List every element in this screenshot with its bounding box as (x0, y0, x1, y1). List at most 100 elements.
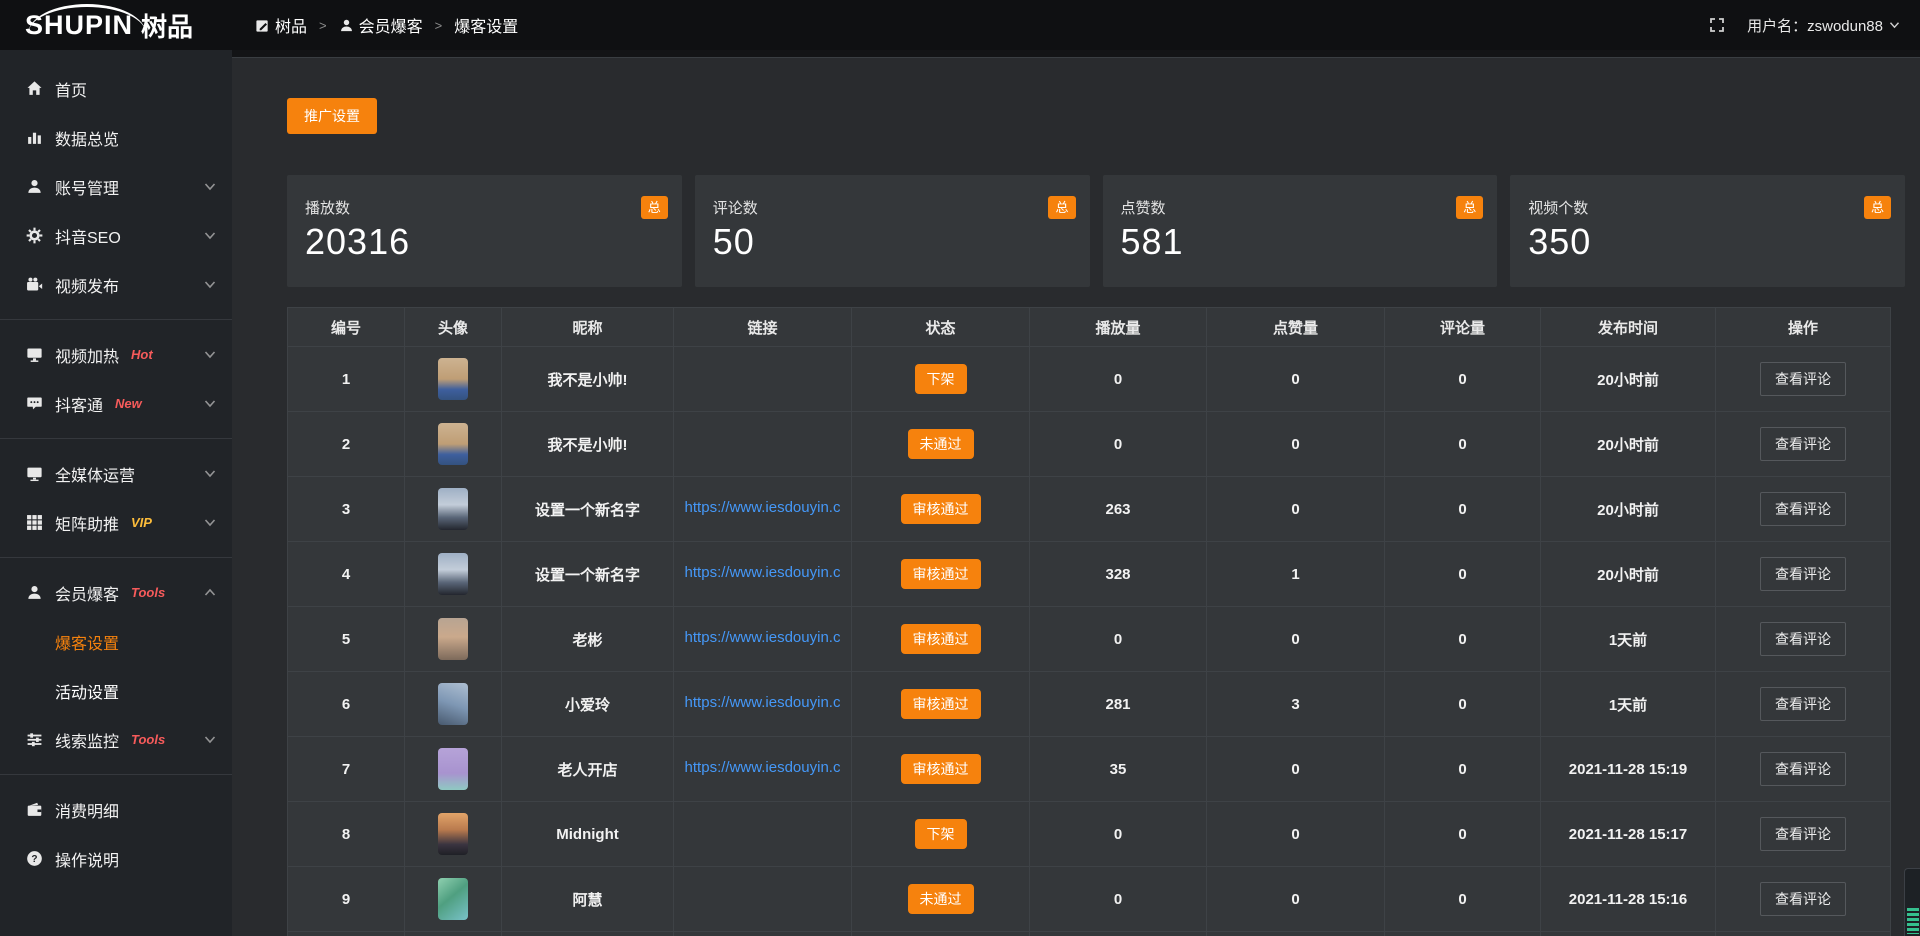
cell-action: 查看评论 (1716, 867, 1891, 932)
sidebar-item-抖音SEO[interactable]: 抖音SEO (0, 211, 232, 260)
sidebar-item-视频发布[interactable]: 视频发布 (0, 260, 232, 309)
app-logo[interactable]: SHUPIN 树品 (0, 0, 232, 50)
sidebar-item-消费明细[interactable]: 消费明细 (0, 785, 232, 834)
stat-card-likes: 点赞数 581 总 (1103, 175, 1498, 287)
stat-label: 视频个数 (1528, 197, 1887, 218)
user-menu[interactable]: 用户名：zswodun88 (1747, 15, 1900, 36)
sidebar-divider (0, 557, 232, 558)
cell-id: 9 (288, 867, 405, 932)
sidebar-item-首页[interactable]: 首页 (0, 64, 232, 113)
chevron-down-icon (204, 731, 216, 749)
cell-link: https://www.iesdouyin.c (674, 477, 852, 542)
member-icon (25, 584, 43, 601)
sidebar-item-label: 矩阵助推 (55, 511, 119, 535)
question-icon: ? (25, 850, 43, 867)
cell-plays: 0 (1030, 802, 1207, 867)
sidebar-subitem-爆客设置[interactable]: 爆客设置 (0, 617, 232, 666)
sidebar-item-抖客通[interactable]: 抖客通New (0, 379, 232, 428)
cell-likes: 3 (1207, 672, 1385, 737)
cell-status: 审核通过 (852, 672, 1030, 737)
cell-action (1716, 932, 1891, 936)
promo-settings-button[interactable]: 推广设置 (287, 98, 377, 134)
breadcrumb-item-member[interactable]: 会员爆客 (339, 13, 423, 37)
cell-plays: 281 (1030, 672, 1207, 737)
view-comments-button[interactable]: 查看评论 (1760, 817, 1846, 851)
sidebar-item-视频加热[interactable]: 视频加热Hot (0, 330, 232, 379)
cell-link: https://www.iesdouyin.c (674, 542, 852, 607)
cell-status: 未通过 (852, 867, 1030, 932)
avatar (438, 748, 468, 790)
sidebar-item-线索监控[interactable]: 线索监控Tools (0, 715, 232, 764)
view-comments-button[interactable]: 查看评论 (1760, 622, 1846, 656)
breadcrumb-label: 爆客设置 (454, 13, 518, 37)
wallet-icon (25, 801, 43, 818)
view-comments-button[interactable]: 查看评论 (1760, 557, 1846, 591)
view-comments-button[interactable]: 查看评论 (1760, 687, 1846, 721)
status-button[interactable]: 下架 (915, 364, 967, 394)
status-button[interactable]: 审核通过 (901, 754, 981, 784)
cell-avatar (405, 672, 502, 737)
video-link[interactable]: https://www.iesdouyin.c (685, 564, 841, 581)
sliders-icon (25, 731, 43, 748)
breadcrumb-item-home[interactable]: 树品 (255, 13, 307, 37)
cell-nickname: 小爱玲 (502, 672, 674, 737)
cell-avatar (405, 737, 502, 802)
sidebar-item-全媒体运营[interactable]: 全媒体运营 (0, 449, 232, 498)
sidebar-item-矩阵助推[interactable]: 矩阵助推VIP (0, 498, 232, 547)
view-comments-button[interactable]: 查看评论 (1760, 362, 1846, 396)
video-link[interactable]: https://www.iesdouyin.c (685, 629, 841, 646)
table-row: 4设置一个新名字https://www.iesdouyin.c审核通过32810… (288, 542, 1891, 607)
status-button[interactable]: 下架 (915, 819, 967, 849)
sidebar-item-数据总览[interactable]: 数据总览 (0, 113, 232, 162)
chevron-down-icon (1889, 21, 1900, 29)
sidebar-subitem-label: 爆客设置 (55, 630, 119, 654)
stat-card-plays: 播放数 20316 总 (287, 175, 682, 287)
cell-status: 审核通过 (852, 607, 1030, 672)
status-button[interactable]: 审核通过 (901, 689, 981, 719)
monitor-icon (25, 465, 43, 482)
view-comments-button[interactable]: 查看评论 (1760, 427, 1846, 461)
status-button[interactable]: 审核通过 (901, 559, 981, 589)
table-row: 7老人开店https://www.iesdouyin.c审核通过35002021… (288, 737, 1891, 802)
table-header-row: 编号头像昵称链接状态播放量点赞量评论量发布时间操作 (288, 308, 1891, 347)
cell-likes: 0 (1207, 477, 1385, 542)
cell-time: 20小时前 (1541, 412, 1716, 477)
cell-nickname: 我不是小帅! (502, 412, 674, 477)
cell-id: 5 (288, 607, 405, 672)
cell-link: https://www.iesdouyin.c (674, 672, 852, 737)
table-row: 6小爱玲https://www.iesdouyin.c审核通过281301天前查… (288, 672, 1891, 737)
total-badge: 总 (1048, 196, 1075, 219)
status-button[interactable]: 未通过 (908, 884, 974, 914)
sidebar-item-label: 账号管理 (55, 175, 119, 199)
view-comments-button[interactable]: 查看评论 (1760, 882, 1846, 916)
cell-time (1541, 932, 1716, 936)
sidebar-item-操作说明[interactable]: ? 操作说明 (0, 834, 232, 883)
sidebar-badge: New (115, 396, 142, 411)
status-button[interactable]: 审核通过 (901, 624, 981, 654)
view-comments-button[interactable]: 查看评论 (1760, 492, 1846, 526)
view-comments-button[interactable]: 查看评论 (1760, 752, 1846, 786)
chevron-down-icon (204, 395, 216, 413)
sidebar-item-会员爆客[interactable]: 会员爆客Tools (0, 568, 232, 617)
avatar (438, 488, 468, 530)
sidebar-item-账号管理[interactable]: 账号管理 (0, 162, 232, 211)
cell-plays (1030, 932, 1207, 936)
video-link[interactable]: https://www.iesdouyin.c (685, 499, 841, 516)
sidebar-item-label: 操作说明 (55, 847, 119, 871)
status-button[interactable]: 未通过 (908, 429, 974, 459)
cell-action: 查看评论 (1716, 737, 1891, 802)
sidebar-subitem-活动设置[interactable]: 活动设置 (0, 666, 232, 715)
table-row: 9阿慧未通过0002021-11-28 15:16查看评论 (288, 867, 1891, 932)
chevron-down-icon (204, 276, 216, 294)
avatar (438, 358, 468, 400)
status-button[interactable]: 审核通过 (901, 494, 981, 524)
cell-link (674, 867, 852, 932)
video-link[interactable]: https://www.iesdouyin.c (685, 759, 841, 776)
cell-action: 查看评论 (1716, 802, 1891, 867)
cell-id (288, 932, 405, 936)
fullscreen-icon[interactable] (1709, 17, 1725, 33)
floating-side-widget[interactable] (1904, 868, 1920, 936)
avatar (438, 553, 468, 595)
video-link[interactable]: https://www.iesdouyin.c (685, 694, 841, 711)
sidebar-divider (0, 438, 232, 439)
